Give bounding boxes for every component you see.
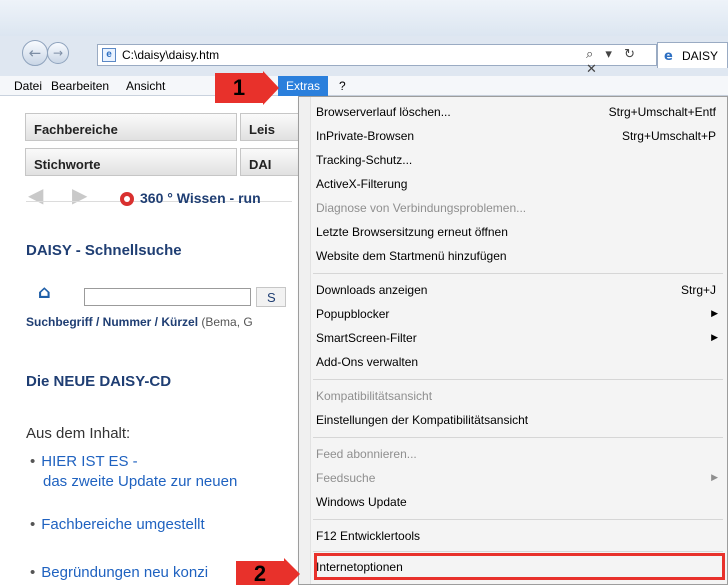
menu-item-startmenue[interactable]: Website dem Startmenü hinzufügen xyxy=(316,245,724,267)
address-bar[interactable]: e C:\daisy\daisy.htm ⌕ ▾ ↻ ✕ xyxy=(97,44,657,77)
menu-item-activex[interactable]: ActiveX-Filterung xyxy=(316,173,724,195)
tab-label: DAISY xyxy=(682,49,719,63)
button-stichworte[interactable]: Stichworte xyxy=(25,148,237,176)
menu-item-addons[interactable]: Add-Ons verwalten xyxy=(316,351,724,373)
house-search-icon: ⌂ xyxy=(38,282,51,303)
menu-item-popupblocker[interactable]: Popupblocker ▶ xyxy=(316,303,724,325)
menu-separator xyxy=(313,379,723,380)
bullet: • xyxy=(30,564,36,581)
menu-item-label: Feedsuche xyxy=(316,471,376,485)
menu-extras[interactable]: Extras xyxy=(278,76,329,96)
menu-item-browserverlauf[interactable]: Browserverlauf löschen... Strg+Umschalt+… xyxy=(316,101,724,123)
page-back-icon[interactable]: ◀ xyxy=(28,183,46,207)
submenu-arrow-icon: ▶ xyxy=(711,473,718,483)
button-leistungen[interactable]: Leis xyxy=(240,113,300,141)
page-forward-icon[interactable]: ▶ xyxy=(72,183,90,207)
menu-separator xyxy=(313,551,723,552)
menu-separator xyxy=(313,273,723,274)
menu-item-windows-update[interactable]: Windows Update xyxy=(316,491,724,513)
menu-bar: Datei Bearbeiten Ansicht Extras ? xyxy=(0,76,728,96)
target-icon xyxy=(120,192,134,206)
menu-item-shortcut: Strg+Umschalt+Entf xyxy=(608,105,716,119)
link-line1[interactable]: HIER IST ES - xyxy=(41,453,137,470)
link-text[interactable]: Fachbereiche umgestellt xyxy=(41,516,204,533)
link-update[interactable]: das zweite Update zur neuen xyxy=(43,473,237,490)
menu-item-label: Downloads anzeigen xyxy=(316,283,428,297)
banner-text[interactable]: 360 ° Wissen - run xyxy=(140,190,261,206)
submenu-arrow-icon: ▶ xyxy=(711,309,718,319)
button-fachbereiche[interactable]: Fachbereiche xyxy=(25,113,237,141)
back-arrow-icon: ← xyxy=(28,44,42,62)
link-fachbereiche[interactable]: • Fachbereiche umgestellt xyxy=(30,516,205,533)
menu-datei[interactable]: Datei xyxy=(14,79,42,93)
menu-item-kompat-einstellungen[interactable]: Einstellungen der Kompatibilitätsansicht xyxy=(316,409,724,431)
menu-ansicht[interactable]: Ansicht xyxy=(126,79,165,93)
link-hier-ist-es[interactable]: • HIER IST ES - xyxy=(30,453,138,470)
search-input[interactable] xyxy=(84,288,251,306)
step-badge-1: 1 xyxy=(215,71,279,105)
ie-icon: e xyxy=(664,49,673,64)
submenu-arrow-icon: ▶ xyxy=(711,333,718,343)
menu-item-label: SmartScreen-Filter xyxy=(316,331,417,345)
menu-separator xyxy=(313,437,723,438)
menu-help[interactable]: ? xyxy=(339,79,346,93)
forward-button[interactable]: → xyxy=(47,42,69,64)
hint-light: (Bema, G xyxy=(201,315,253,329)
link-text[interactable]: Begründungen neu konzi xyxy=(41,564,208,581)
search-hint: Suchbegriff / Nummer / Kürzel (Bema, G xyxy=(26,315,253,329)
forward-arrow-icon: → xyxy=(52,46,64,60)
extras-dropdown: Browserverlauf löschen... Strg+Umschalt+… xyxy=(298,96,728,585)
bullet: • xyxy=(30,453,36,470)
menu-bearbeiten[interactable]: Bearbeiten xyxy=(51,79,109,93)
menu-item-feedsuche: Feedsuche ▶ xyxy=(316,467,724,489)
menu-item-feed-abonnieren: Feed abonnieren... xyxy=(316,447,417,461)
link-begruendungen[interactable]: • Begründungen neu konzi xyxy=(30,564,208,581)
bullet: • xyxy=(30,516,36,533)
menu-item-letzte-sitzung[interactable]: Letzte Browsersitzung erneut öffnen xyxy=(316,221,724,243)
page-icon: e xyxy=(102,48,116,62)
menu-item-tracking[interactable]: Tracking-Schutz... xyxy=(316,149,724,171)
step-badge-2: 2 xyxy=(236,558,300,585)
search-button[interactable]: S xyxy=(256,287,286,307)
menu-item-label: Browserverlauf löschen... xyxy=(316,105,451,119)
menu-item-downloads[interactable]: Downloads anzeigen Strg+J xyxy=(316,279,724,301)
address-text[interactable]: C:\daisy\daisy.htm xyxy=(122,48,219,62)
menu-item-label: InPrivate-Browsen xyxy=(316,129,415,143)
menu-item-smartscreen[interactable]: SmartScreen-Filter ▶ xyxy=(316,327,724,349)
menu-item-kompat: Kompatibilitätsansicht xyxy=(316,389,433,403)
menu-separator xyxy=(313,519,723,520)
back-button[interactable]: ← xyxy=(22,40,48,66)
title-bar xyxy=(0,0,728,36)
tab-daisy[interactable]: e DAISY xyxy=(657,42,728,68)
menu-item-f12[interactable]: F12 Entwicklertools xyxy=(316,525,724,547)
button-daisy[interactable]: DAI xyxy=(240,148,300,176)
menu-item-label: Popupblocker xyxy=(316,307,390,321)
menu-item-shortcut: Strg+J xyxy=(680,283,716,297)
menu-item-shortcut: Strg+Umschalt+P xyxy=(621,129,716,143)
neue-cd-heading: Die NEUE DAISY-CD xyxy=(26,373,172,390)
aus-dem-inhalt: Aus dem Inhalt: xyxy=(26,425,131,442)
menu-item-internetoptionen[interactable]: Internetoptionen xyxy=(316,556,724,578)
schnellsuche-heading: DAISY - Schnellsuche xyxy=(26,242,182,259)
hint-bold: Suchbegriff / Nummer / Kürzel xyxy=(26,315,199,329)
address-tools[interactable]: ⌕ ▾ ↻ ✕ xyxy=(586,47,656,77)
menu-item-inprivate[interactable]: InPrivate-Browsen Strg+Umschalt+P xyxy=(316,125,724,147)
menu-item-diagnose: Diagnose von Verbindungsproblemen... xyxy=(316,201,527,215)
browser-chrome: ← → e C:\daisy\daisy.htm ⌕ ▾ ↻ ✕ e DAISY xyxy=(0,0,728,77)
menu-gutter xyxy=(299,97,311,584)
